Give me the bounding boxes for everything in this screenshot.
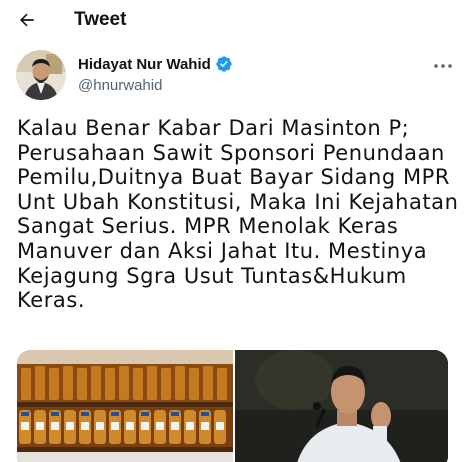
display-name[interactable]: Hidayat Nur Wahid: [78, 56, 211, 73]
back-button[interactable]: [10, 4, 44, 36]
tweet-line: Sangat Serius. MPR Menolak Keras: [17, 214, 399, 239]
verified-badge-icon: [215, 55, 233, 73]
avatar-image: [16, 50, 66, 100]
tweet-line: Perusahaan Sawit Sponsori Penundaan: [17, 140, 445, 165]
tweet-author: Hidayat Nur Wahid @hnurwahid: [16, 48, 456, 104]
tweet-line: Pemilu,Duitnya Buat Bayar Sidang MPR: [17, 165, 451, 190]
tweet-line: Keras.: [17, 288, 86, 313]
tweet-page: Tweet Hidayat Nur Wahid @hnurwahid Kalau…: [0, 0, 464, 462]
media-photo-cooking-oil-shelves[interactable]: [17, 350, 233, 462]
tweet-line: Unt Ubah Konstitusi, Maka Ini Kejahatan: [17, 189, 459, 214]
user-handle[interactable]: @hnurwahid: [78, 77, 162, 94]
top-header: Tweet: [0, 0, 464, 40]
avatar[interactable]: [16, 50, 66, 100]
scrolled-content-remnant: [100, 40, 310, 46]
name-line: Hidayat Nur Wahid: [78, 55, 233, 73]
tweet-line: Manuver dan Aksi Jahat Itu. Mestinya: [17, 238, 428, 263]
tweet-line: Kejagung Sgra Usut Tuntas&Hukum: [17, 263, 407, 288]
tweet-text: Kalau Benar Kabar Dari Masinton P; Perus…: [17, 116, 459, 313]
more-options-button[interactable]: [430, 56, 456, 76]
tweet-media[interactable]: [17, 350, 448, 462]
page-title: Tweet: [74, 9, 127, 30]
more-horizontal-icon: [434, 64, 452, 68]
arrow-left-icon: [19, 13, 34, 27]
tweet-line: Kalau Benar Kabar Dari Masinton P;: [17, 116, 410, 140]
media-photo-speaker[interactable]: [235, 350, 448, 462]
